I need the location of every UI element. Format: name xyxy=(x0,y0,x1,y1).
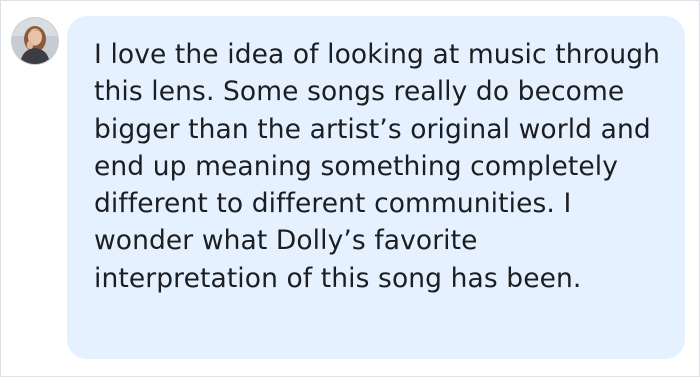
comment-bubble: I love the idea of looking at music thro… xyxy=(67,16,685,359)
comment-text: I love the idea of looking at music thro… xyxy=(94,39,661,294)
user-avatar[interactable] xyxy=(12,18,58,64)
user-avatar-photo-icon xyxy=(12,18,58,64)
comment: I love the idea of looking at music thro… xyxy=(1,1,699,376)
